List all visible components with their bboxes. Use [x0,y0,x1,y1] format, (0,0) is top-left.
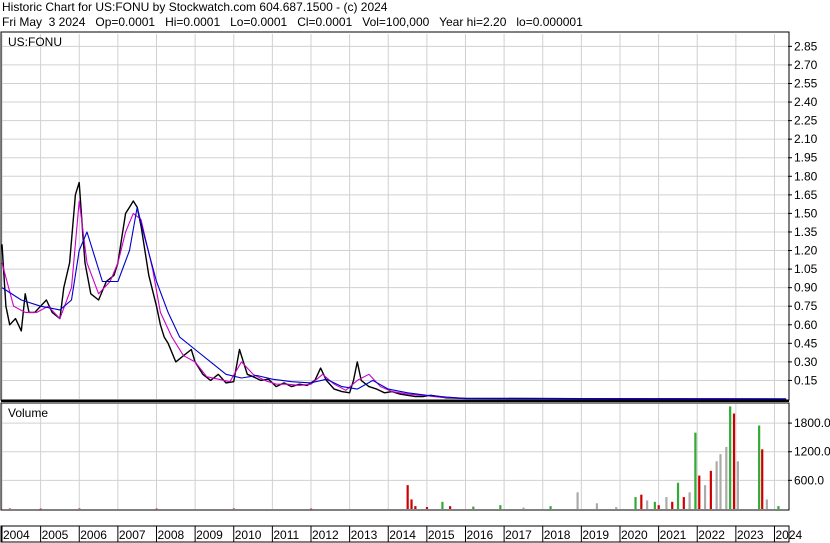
volume-bar [682,497,685,509]
year-label: 2012 [312,528,339,542]
price-tick-label: 0.15 [794,373,818,387]
volume-bar [698,475,701,509]
volume-bar [725,446,728,509]
volume-bar [676,482,680,509]
price-tick-label: 2.25 [794,114,818,128]
volume-bar [155,508,158,510]
price-tick-label: 0.60 [794,318,818,332]
price-tick-label: 1.50 [794,206,818,220]
grid-lines [1,34,788,509]
y-axis-ticks: 0.15 0.30 0.45 0.60 0.75 0.90 1.05 1.20 1.35 1.50… [788,39,830,487]
volume-tick-label: 1200.0 [794,445,830,459]
volume-bar [736,461,739,509]
volume-bar [732,413,736,509]
price-tick-label: 2.85 [794,39,818,53]
price-tick-label: 1.80 [794,169,818,183]
price-tick-label: 1.95 [794,151,818,165]
price-tick-label: 0.75 [794,299,818,313]
volume-tick-label: 600.0 [794,473,824,487]
volume-bar [595,503,599,509]
price-tick-label: 2.10 [794,132,818,146]
year-label: 2021 [660,528,687,542]
year-label: 2016 [466,528,493,542]
price-tick-label: 1.65 [794,188,818,202]
ma-short-line [1,200,787,400]
year-label: 2014 [389,528,416,542]
year-label: 2022 [698,528,725,542]
price-panel-frame [0,31,790,401]
price-tick-label: 0.45 [794,336,818,350]
volume-bar [777,506,780,509]
volume-bar [78,508,81,510]
price-tick-label: 1.20 [794,244,818,258]
year-label: 2019 [582,528,609,542]
volume-bar [665,497,668,509]
year-label: 2017 [505,528,532,542]
volume-bar [449,506,452,509]
volume-bar [758,425,761,509]
year-label: 2013 [351,528,378,542]
price-tick-label: 1.05 [794,262,818,276]
year-label: 2008 [157,528,184,542]
volume-bar [576,492,579,509]
year-label: 2004 [3,528,30,542]
volume-bar [646,500,649,509]
volume-bar [414,506,417,509]
year-label: 2020 [621,528,648,542]
volume-bar [709,470,712,509]
volume-bar [640,494,643,509]
volume-panel-frame [0,402,790,511]
year-label: 2010 [235,528,262,542]
volume-bar [688,492,691,509]
volume-bar [634,497,637,509]
volume-bar [615,507,618,509]
volume-bar [761,449,764,509]
volume-bar [499,505,502,509]
price-tick-label: 0.30 [794,355,818,369]
volume-bar [715,461,718,509]
price-tick-label: 2.70 [794,58,818,72]
volume-bar [657,505,660,509]
volume-bar [719,454,722,509]
year-label: 2011 [273,528,299,542]
x-axis-ticks: 2004 2005 2006 2007 2008 2009 2010 2011 2012 2013… [1,526,803,542]
price-tick-label: 0.90 [794,281,818,295]
price-line [1,181,787,400]
volume-bar [729,406,732,509]
volume-bar [472,506,475,509]
volume-bar [406,485,409,509]
volume-bars [8,406,780,510]
volume-bar [8,508,11,510]
volume-bar [549,506,552,509]
year-label: 2007 [119,528,146,542]
price-tick-label: 1.35 [794,225,818,239]
price-series [1,181,787,400]
year-label: 2023 [737,528,764,542]
volume-bar [765,499,768,509]
volume-bar [39,508,42,510]
volume-bar [703,485,707,509]
year-label: 2009 [196,528,223,542]
price-tick-label: 2.55 [794,76,818,90]
volume-bar [441,501,444,509]
year-label: 2005 [42,528,69,542]
volume-bar [410,499,413,509]
volume-bar [232,508,235,510]
year-label: 2015 [428,528,455,542]
year-label: 2018 [544,528,571,542]
year-label: 2006 [80,528,107,542]
volume-tick-label: 1800.0 [794,416,830,430]
volume-bar [425,507,429,509]
price-volume-chart: 0.15 0.30 0.45 0.60 0.75 0.90 1.05 1.20 1.35 1.50… [0,31,830,543]
volume-bar [309,508,313,510]
volume-bar [694,432,697,509]
volume-bar [653,501,656,509]
volume-label: Volume [8,406,48,420]
volume-bar [671,501,674,509]
ma-long-line [1,206,787,400]
symbol-label: US:FONU [8,35,62,49]
price-tick-label: 2.40 [794,95,818,109]
volume-bar [522,507,525,509]
